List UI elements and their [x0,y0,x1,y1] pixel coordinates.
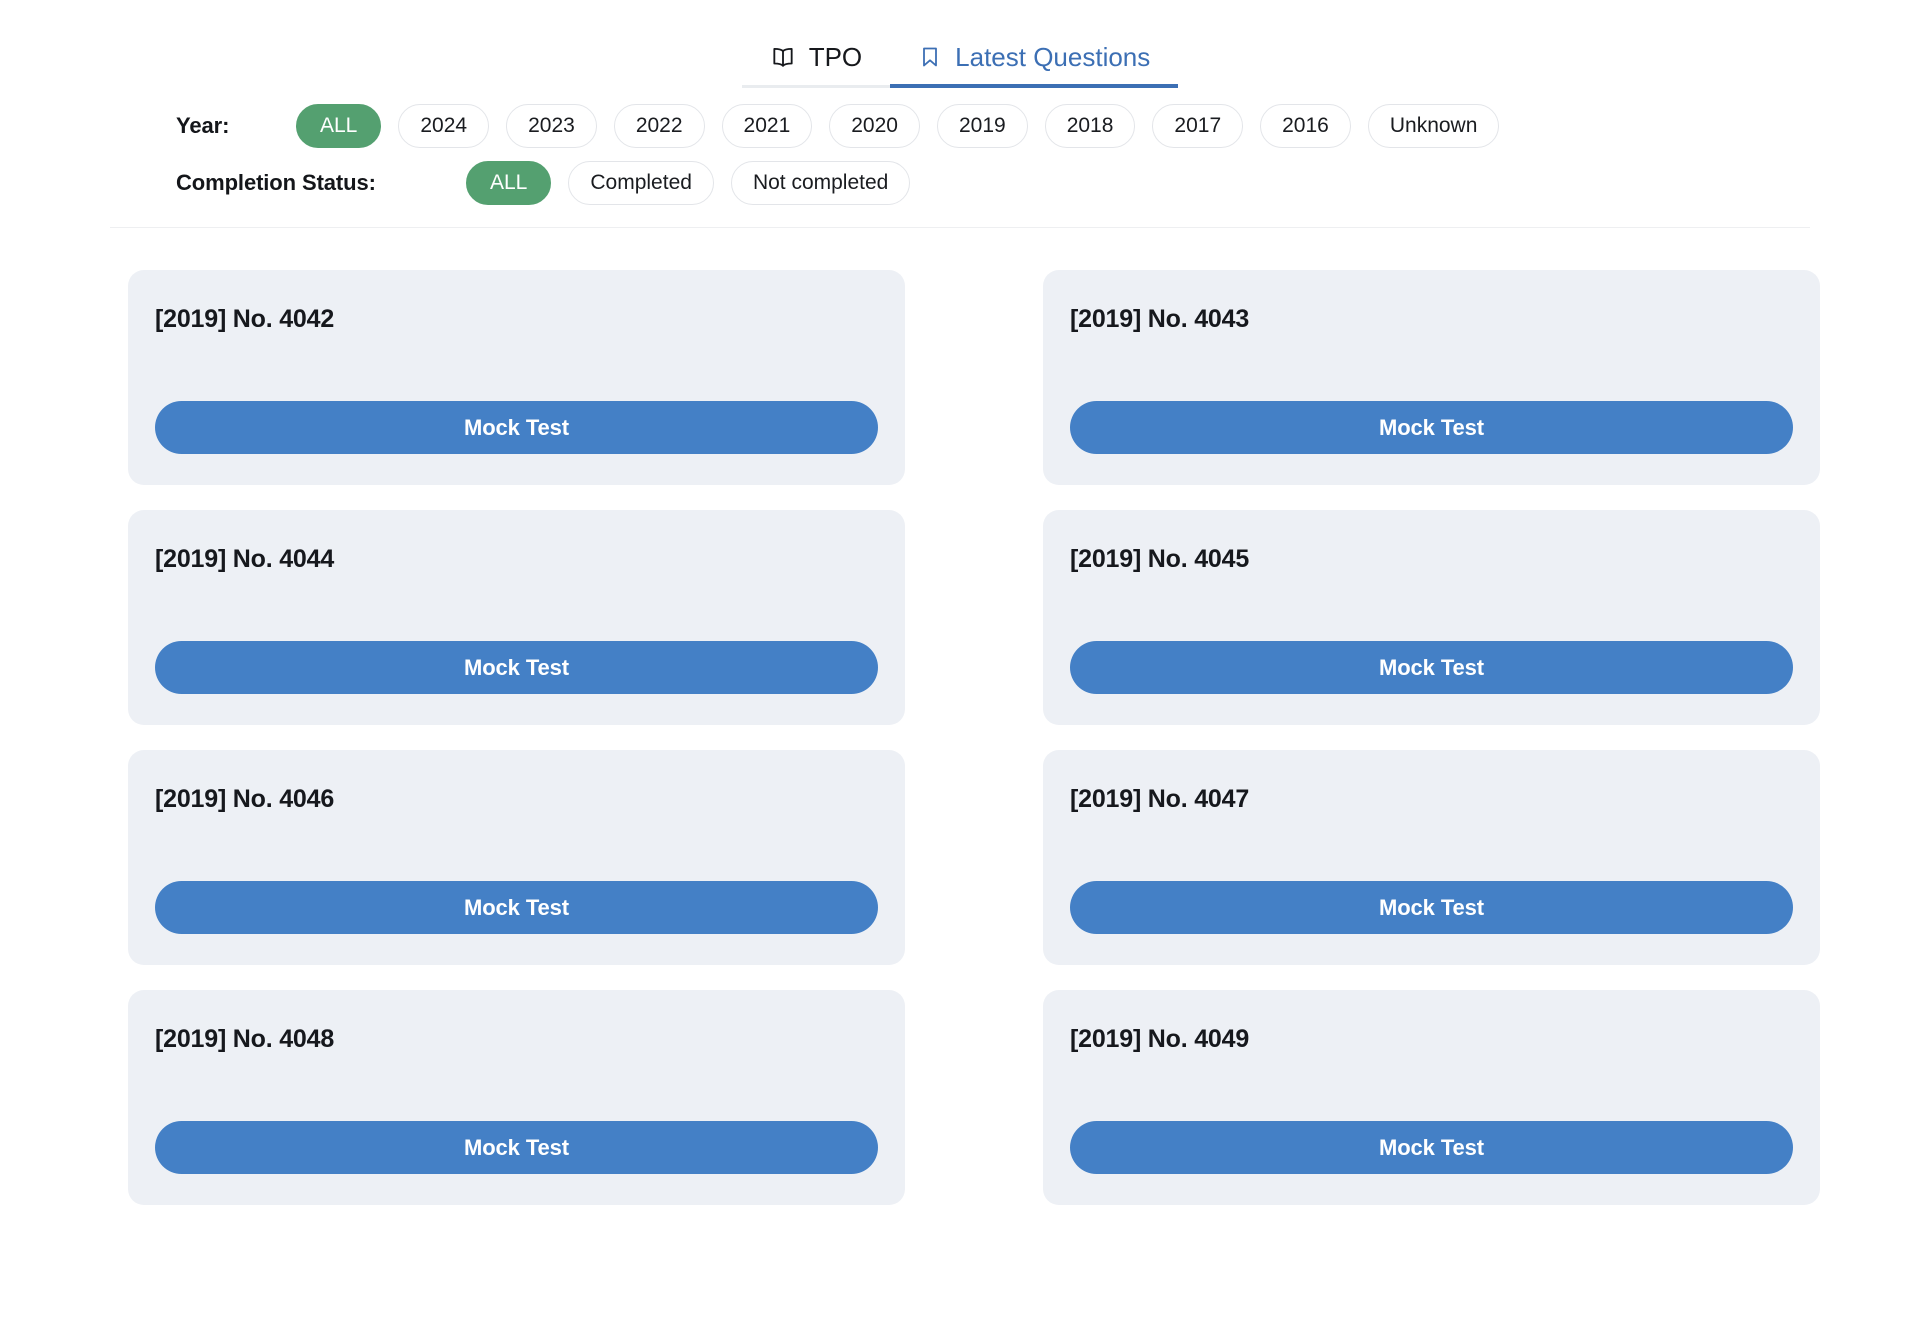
question-card-title: [2019] No. 4044 [155,545,335,573]
year-pill-2021[interactable]: 2021 [721,104,813,148]
year-pill-2016[interactable]: 2016 [1260,104,1351,148]
year-filter-row: Year: ALL 2024 2023 2022 2021 2020 2019 … [0,104,1920,148]
question-card[interactable]: [2019] No. 4043 Mock Test [1043,270,1820,485]
question-card[interactable]: [2019] No. 4045 Mock Test [1043,510,1820,725]
completion-status-filter-options: ALL Completed Not completed [466,161,911,205]
mock-test-button[interactable]: Mock Test [155,881,878,934]
mock-test-button[interactable]: Mock Test [1070,1121,1793,1174]
question-card[interactable]: [2019] No. 4044 Mock Test [128,510,905,725]
completion-status-filter-label: Completion Status: [176,170,376,195]
mock-test-button[interactable]: Mock Test [155,401,878,454]
status-pill-all[interactable]: ALL [466,161,552,205]
question-card-title: [2019] No. 4049 [1070,1025,1250,1053]
bookmark-icon [918,44,942,70]
question-card[interactable]: [2019] No. 4047 Mock Test [1043,750,1820,965]
tab-tpo-label: TPO [808,42,863,72]
question-card-title: [2019] No. 4045 [1070,545,1250,573]
year-pill-2020[interactable]: 2020 [829,104,920,148]
mock-test-button[interactable]: Mock Test [1070,641,1793,694]
question-card-title: [2019] No. 4046 [155,785,335,813]
card-spacer [155,574,878,641]
tab-tpo[interactable]: TPO [741,42,891,88]
year-pill-2018[interactable]: 2018 [1044,104,1136,148]
question-card-grid: [2019] No. 4042 Mock Test [2019] No. 404… [0,270,1920,1205]
year-pill-2023[interactable]: 2023 [506,104,597,148]
tab-latest-questions-underline [890,84,1179,88]
year-pill-2017[interactable]: 2017 [1152,104,1244,148]
card-spacer [155,334,878,401]
card-spacer [1070,334,1793,401]
status-pill-not-completed[interactable]: Not completed [730,161,911,205]
year-filter-options: ALL 2024 2023 2022 2021 2020 2019 2018 2… [296,104,1500,148]
card-spacer [1070,1054,1793,1121]
card-spacer [155,814,878,881]
tab-latest-questions-label: Latest Questions [955,42,1151,72]
year-pill-2019[interactable]: 2019 [936,104,1028,148]
mock-test-button[interactable]: Mock Test [155,1121,878,1174]
filter-panel: Year: ALL 2024 2023 2022 2021 2020 2019 … [0,88,1920,205]
question-card-title: [2019] No. 4043 [1070,305,1250,333]
question-card-title: [2019] No. 4047 [1070,785,1250,813]
card-spacer [1070,814,1793,881]
year-pill-2022[interactable]: 2022 [613,104,705,148]
year-filter-label: Year: [176,113,230,138]
mock-test-button[interactable]: Mock Test [1070,401,1793,454]
book-icon [770,44,796,70]
card-spacer [1070,574,1793,641]
tab-tpo-underline [741,85,891,88]
tab-latest-questions[interactable]: Latest Questions [890,42,1179,88]
status-pill-completed[interactable]: Completed [568,161,714,205]
question-card[interactable]: [2019] No. 4049 Mock Test [1043,990,1820,1205]
question-card-title: [2019] No. 4042 [155,305,335,333]
question-card[interactable]: [2019] No. 4042 Mock Test [128,270,905,485]
card-spacer [155,1054,878,1121]
question-card[interactable]: [2019] No. 4046 Mock Test [128,750,905,965]
mock-test-button[interactable]: Mock Test [155,641,878,694]
year-pill-2024[interactable]: 2024 [398,104,490,148]
tab-bar: TPO Latest Questions [0,0,1920,88]
section-divider [110,227,1810,228]
question-card[interactable]: [2019] No. 4048 Mock Test [128,990,905,1205]
question-card-title: [2019] No. 4048 [155,1025,335,1053]
year-pill-all[interactable]: ALL [296,104,382,148]
year-pill-unknown[interactable]: Unknown [1367,104,1500,148]
mock-test-button[interactable]: Mock Test [1070,881,1793,934]
completion-status-filter-row: Completion Status: ALL Completed Not com… [0,161,1920,205]
